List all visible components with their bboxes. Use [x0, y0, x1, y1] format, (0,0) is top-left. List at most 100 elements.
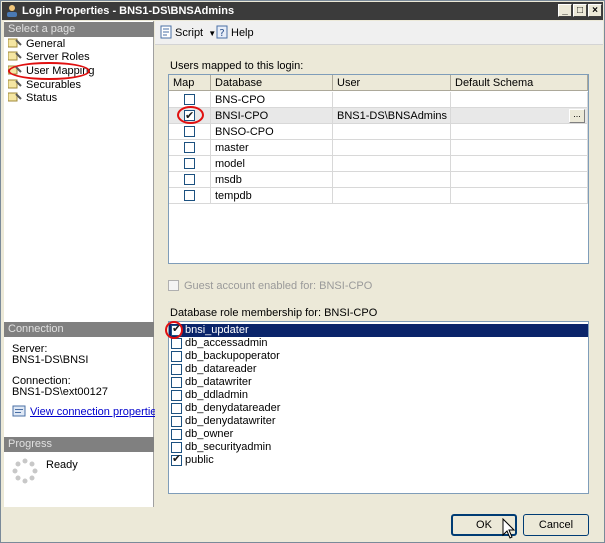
role-name: db_ddladmin — [185, 389, 248, 401]
annotation-circle-map-checkbox — [177, 106, 204, 124]
list-item[interactable]: db_accessadmin — [169, 337, 588, 350]
role-checkbox[interactable] — [171, 351, 182, 362]
table-row[interactable]: msdb — [169, 172, 588, 188]
schema-cell[interactable] — [451, 156, 588, 172]
title-bar[interactable]: Login Properties - BNS1-DS\BNSAdmins _ □… — [2, 2, 603, 20]
page-item-label: Server Roles — [26, 51, 90, 63]
list-item[interactable]: db_securityadmin — [169, 441, 588, 454]
database-cell: msdb — [211, 172, 333, 188]
role-checkbox[interactable] — [171, 377, 182, 388]
map-checkbox[interactable] — [184, 126, 195, 137]
map-cell — [169, 188, 211, 204]
column-header-database[interactable]: Database — [211, 75, 333, 91]
list-item[interactable]: public — [169, 453, 588, 467]
role-checkbox[interactable] — [171, 429, 182, 440]
user-cell[interactable] — [333, 124, 451, 140]
role-name: db_owner — [185, 428, 234, 440]
window-title: Login Properties - BNS1-DS\BNSAdmins — [22, 5, 235, 17]
maximize-button[interactable]: □ — [573, 4, 587, 17]
guest-checkbox-box[interactable] — [168, 280, 179, 291]
column-header-user[interactable]: User — [333, 75, 451, 91]
map-cell — [169, 172, 211, 188]
script-button[interactable]: Script ▼ — [159, 25, 216, 41]
grid-header: Map Database User Default Schema — [169, 75, 588, 91]
map-cell — [169, 124, 211, 140]
role-checkbox[interactable] — [171, 442, 182, 453]
role-checkbox[interactable] — [171, 416, 182, 427]
list-item[interactable]: db_denydatareader — [169, 402, 588, 415]
role-name: db_datawriter — [185, 376, 252, 388]
connection-value: BNS1-DS\ext00127 — [12, 386, 108, 398]
database-cell: model — [211, 156, 333, 172]
toolbar: Script ▼ ? Help — [155, 21, 603, 45]
role-checkbox[interactable] — [171, 453, 182, 466]
user-cell[interactable]: BNS1-DS\BNSAdmins — [333, 108, 451, 124]
browse-schema-button[interactable]: ... — [569, 109, 585, 123]
page-item-general[interactable]: General — [8, 38, 65, 51]
schema-cell[interactable] — [451, 188, 588, 204]
schema-cell[interactable] — [451, 172, 588, 188]
user-cell[interactable] — [333, 92, 451, 108]
list-item[interactable]: db_ddladmin — [169, 389, 588, 402]
page-item-securables[interactable]: Securables — [8, 79, 81, 92]
login-icon — [7, 5, 17, 17]
role-membership-label: Database role membership for: BNSI-CPO — [170, 307, 378, 319]
database-cell: BNS-CPO — [211, 92, 333, 108]
list-item[interactable]: bnsi_updater — [169, 323, 588, 337]
guest-account-checkbox[interactable]: Guest account enabled for: BNSI-CPO — [168, 280, 372, 292]
table-row[interactable]: model — [169, 156, 588, 172]
mouse-cursor-icon — [502, 518, 516, 539]
column-header-default-schema[interactable]: Default Schema — [451, 75, 588, 91]
table-row[interactable]: BNSO-CPO — [169, 124, 588, 140]
close-button[interactable]: × — [588, 4, 602, 17]
table-row[interactable]: BNS-CPO — [169, 92, 588, 108]
role-checkbox[interactable] — [171, 403, 182, 414]
role-checkbox[interactable] — [171, 338, 182, 349]
annotation-circle-user-mapping — [8, 62, 90, 80]
list-item[interactable]: db_datawriter — [169, 376, 588, 389]
svg-text:?: ? — [219, 28, 224, 39]
help-label: Help — [231, 27, 254, 39]
minimize-button[interactable]: _ — [558, 4, 572, 17]
role-name: db_backupoperator — [185, 350, 280, 362]
schema-cell[interactable] — [451, 140, 588, 156]
table-row[interactable]: master — [169, 140, 588, 156]
role-checkbox[interactable] — [171, 390, 182, 401]
table-row[interactable]: tempdb — [169, 188, 588, 204]
list-item[interactable]: db_datareader — [169, 363, 588, 376]
page-item-label: Securables — [26, 79, 82, 91]
map-checkbox[interactable] — [184, 190, 195, 201]
left-pane: Select a page General Server Roles User … — [4, 21, 162, 507]
role-name: db_accessadmin — [185, 337, 268, 349]
schema-cell[interactable]: ... — [451, 108, 588, 124]
map-checkbox[interactable] — [184, 142, 195, 153]
table-row[interactable]: BNSI-CPO BNS1-DS\BNSAdmins ... — [169, 108, 588, 124]
database-cell: tempdb — [211, 188, 333, 204]
list-item[interactable]: db_denydatawriter — [169, 415, 588, 428]
view-connection-properties-text[interactable]: View connection properties — [30, 406, 162, 418]
login-properties-dialog: Login Properties - BNS1-DS\BNSAdmins _ □… — [0, 0, 605, 543]
page-item-status[interactable]: Status — [8, 92, 57, 105]
view-connection-properties-link[interactable]: View connection properties — [12, 405, 162, 418]
cancel-button[interactable]: Cancel — [523, 514, 589, 536]
user-cell[interactable] — [333, 172, 451, 188]
role-name: bnsi_updater — [185, 324, 249, 336]
map-checkbox[interactable] — [184, 158, 195, 169]
user-cell[interactable] — [333, 140, 451, 156]
map-checkbox[interactable] — [184, 174, 195, 185]
list-item[interactable]: db_backupoperator — [169, 350, 588, 363]
role-checkbox[interactable] — [171, 364, 182, 375]
schema-cell[interactable] — [451, 92, 588, 108]
column-header-map[interactable]: Map — [169, 75, 211, 91]
list-item[interactable]: db_owner — [169, 428, 588, 441]
users-mapped-grid[interactable]: Map Database User Default Schema BNS-CPO… — [168, 74, 589, 264]
schema-cell[interactable] — [451, 124, 588, 140]
role-name: db_securityadmin — [185, 441, 272, 453]
role-membership-list[interactable]: bnsi_updater db_accessadmin db_backupope… — [168, 321, 589, 494]
map-checkbox[interactable] — [184, 94, 195, 105]
help-button[interactable]: ? Help — [215, 25, 254, 41]
wrench-page-icon — [8, 79, 22, 89]
wrench-page-icon — [8, 38, 22, 48]
user-cell[interactable] — [333, 156, 451, 172]
user-cell[interactable] — [333, 188, 451, 204]
